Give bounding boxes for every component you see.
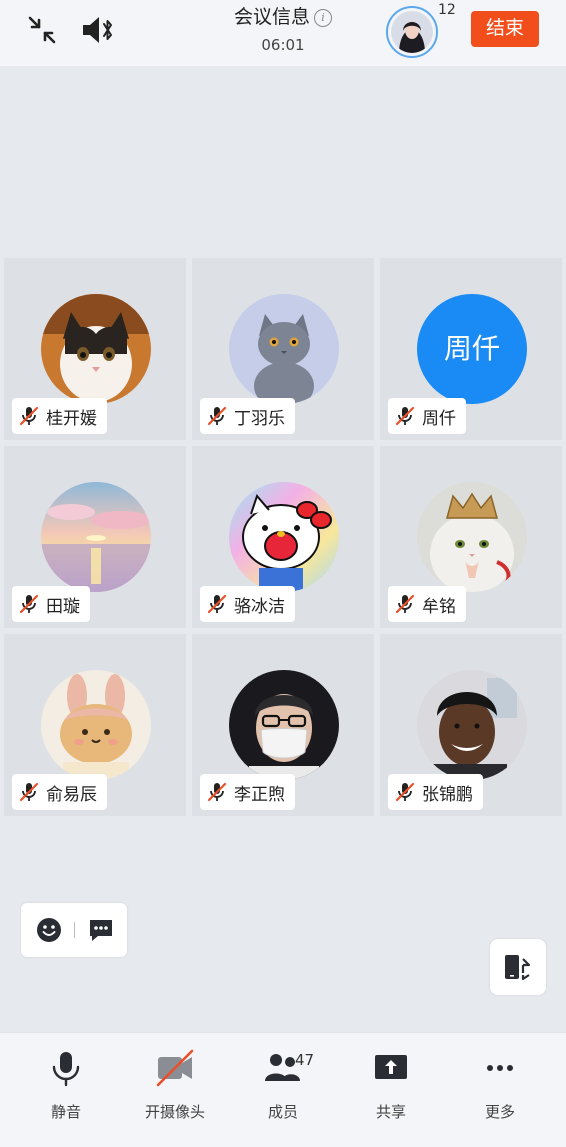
hello-kitty-avatar (229, 482, 339, 592)
phone-switch-icon (505, 955, 531, 981)
participant-name: 张锦鹏 (422, 784, 473, 805)
gray-kitten-avatar (229, 294, 339, 404)
muted-mic-icon (207, 406, 227, 426)
bunny-plush-avatar (41, 670, 151, 780)
bottom-toolbar: 静音 开摄像头 47 成员 共享 更多 (0, 1032, 566, 1147)
participant-name: 周仟 (422, 408, 456, 429)
share-button[interactable]: 共享 (341, 1047, 441, 1122)
crowned-cat-avatar (417, 482, 527, 592)
info-icon[interactable]: i (314, 9, 332, 27)
share-screen-icon (375, 1055, 407, 1079)
muted-mic-icon (207, 782, 227, 802)
members-button[interactable]: 47 成员 (233, 1047, 333, 1122)
participant-name-tag: 牟铭 (388, 586, 466, 622)
participant-name-tag: 李正煦 (200, 774, 295, 810)
switch-device-button[interactable] (490, 939, 546, 995)
more-label: 更多 (484, 1103, 515, 1121)
participant-name-tag: 周仟 (388, 398, 466, 434)
participant-name-tag: 丁羽乐 (200, 398, 295, 434)
participant-tile[interactable]: 牟铭 (380, 446, 562, 628)
participant-tile[interactable]: 桂开媛 (4, 258, 186, 440)
emoji-icon[interactable] (35, 916, 63, 944)
participant-tile[interactable]: 骆冰洁 (192, 446, 374, 628)
muted-mic-icon (19, 594, 39, 614)
smiling-man-avatar (417, 670, 527, 780)
muted-mic-icon (395, 594, 415, 614)
meeting-title[interactable]: 会议信息 (234, 6, 310, 28)
participant-tile[interactable]: 俞易辰 (4, 634, 186, 816)
mute-label: 静音 (50, 1103, 81, 1121)
more-icon (487, 1065, 513, 1071)
participant-name: 田璇 (46, 596, 80, 617)
muted-mic-icon (207, 594, 227, 614)
divider (74, 922, 75, 938)
participant-tile[interactable]: 周仟 周仟 (380, 258, 562, 440)
camera-label: 开摄像头 (144, 1103, 205, 1121)
participant-tile[interactable]: 丁羽乐 (192, 258, 374, 440)
camera-button[interactable]: 开摄像头 (125, 1047, 225, 1122)
participant-name-tag: 骆冰洁 (200, 586, 295, 622)
participant-name: 俞易辰 (46, 784, 97, 805)
participant-tile[interactable]: 张锦鹏 (380, 634, 562, 816)
camera-off-icon (156, 1049, 194, 1087)
sunset-clouds-avatar (41, 482, 151, 592)
participant-name: 牟铭 (422, 596, 456, 617)
cat-photo-avatar (41, 294, 151, 404)
members-label: 成员 (267, 1103, 298, 1121)
participant-count: 12 (438, 2, 456, 18)
top-bar: 会议信息 i 06:01 12 结束 (0, 0, 566, 66)
participant-name-tag: 俞易辰 (12, 774, 107, 810)
participant-name-tag: 田璇 (12, 586, 90, 622)
members-count: 47 (295, 1051, 315, 1069)
participant-name: 骆冰洁 (234, 596, 285, 617)
participants-avatar[interactable] (386, 6, 438, 58)
microphone-icon (52, 1052, 80, 1087)
participant-name: 桂开媛 (46, 408, 97, 429)
participant-name: 丁羽乐 (234, 408, 285, 429)
share-label: 共享 (375, 1103, 406, 1121)
participant-tile[interactable]: 田璇 (4, 446, 186, 628)
participant-name: 李正煦 (234, 784, 285, 805)
participant-tile[interactable]: 李正煦 (192, 634, 374, 816)
mute-button[interactable]: 静音 (16, 1047, 116, 1122)
text-avatar: 周仟 (417, 294, 527, 404)
muted-mic-icon (395, 782, 415, 802)
reaction-chat-bar (21, 903, 127, 957)
chat-icon[interactable] (87, 916, 115, 944)
masked-man-avatar (229, 670, 339, 780)
more-button[interactable]: 更多 (450, 1047, 550, 1122)
participant-name-tag: 桂开媛 (12, 398, 107, 434)
muted-mic-icon (19, 406, 39, 426)
muted-mic-icon (19, 782, 39, 802)
end-meeting-button[interactable]: 结束 (471, 11, 539, 47)
muted-mic-icon (395, 406, 415, 426)
participant-name-tag: 张锦鹏 (388, 774, 483, 810)
